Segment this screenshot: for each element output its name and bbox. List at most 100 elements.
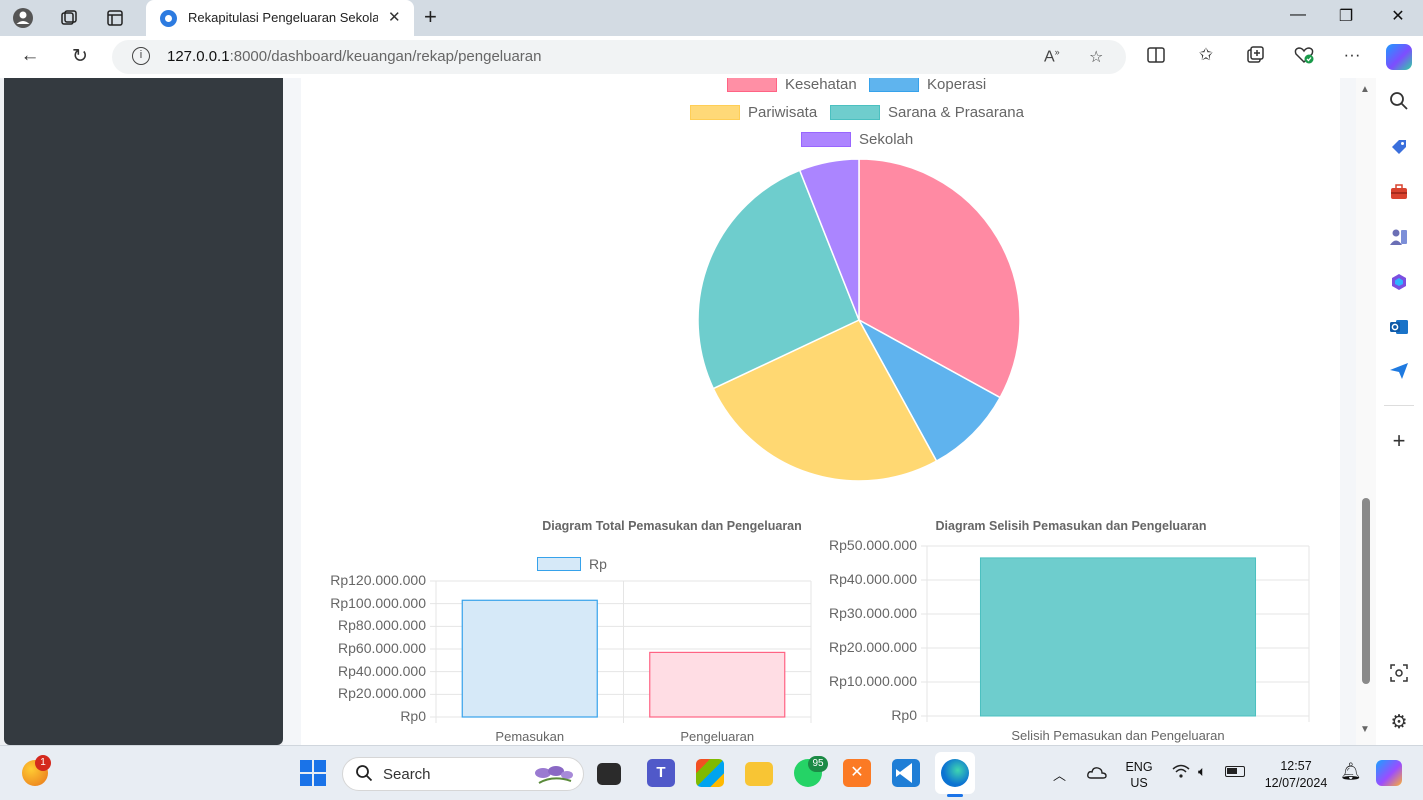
games-icon[interactable] — [1388, 226, 1410, 248]
copilot-pre-icon[interactable] — [1376, 760, 1402, 786]
profile-icon[interactable] — [12, 7, 34, 29]
site-info-icon[interactable]: i — [132, 47, 150, 65]
whatsapp-badge: 95 — [808, 756, 828, 772]
legend-item[interactable]: Koperasi — [869, 78, 986, 93]
language-indicator[interactable]: ENG US — [1122, 759, 1156, 791]
windows-start-icon[interactable] — [300, 760, 326, 786]
legend-swatch — [830, 105, 880, 120]
send-drop-icon[interactable] — [1388, 360, 1410, 382]
refresh-icon[interactable]: ↻ — [68, 45, 92, 68]
active-indicator — [947, 794, 963, 797]
clock[interactable]: 12:57 12/07/2024 — [1258, 758, 1334, 792]
page-viewport: Kesehatan Koperasi Pariwisata Sarana & P… — [0, 78, 1376, 745]
search-icon — [355, 764, 373, 787]
tab-actions-icon[interactable] — [104, 7, 126, 29]
bar-selisih[interactable] — [979, 557, 1257, 717]
legend-item[interactable]: Sekolah — [801, 131, 913, 148]
x-category-label: Selisih Pemasukan dan Pengeluaran — [1011, 728, 1225, 743]
legend-item[interactable]: Kesehatan — [727, 78, 857, 93]
y-tick-label: Rp60.000.000 — [338, 640, 426, 656]
favorite-star-icon[interactable]: ☆ — [1089, 47, 1103, 67]
add-icon[interactable]: + — [1388, 428, 1410, 453]
task-view-icon[interactable] — [597, 763, 621, 785]
x-category-label: Pengeluaran — [680, 729, 755, 744]
copilot-icon[interactable] — [1386, 44, 1412, 70]
browser-essentials-icon[interactable] — [1292, 45, 1316, 70]
taskbar-search[interactable]: Search — [342, 757, 584, 791]
search-icon[interactable] — [1388, 90, 1410, 112]
legend-swatch — [801, 132, 851, 147]
app-sidebar — [4, 78, 283, 745]
legend-swatch — [537, 557, 581, 571]
microsoft-365-icon[interactable] — [1388, 271, 1410, 293]
edge-sidebar: + ⚙ — [1376, 78, 1423, 745]
y-tick-label: Rp0 — [891, 707, 917, 723]
outlook-icon[interactable] — [1388, 316, 1410, 338]
screenshot-icon[interactable] — [1388, 662, 1410, 684]
show-hidden-icons-chevron-icon[interactable]: ︿ — [1053, 765, 1066, 784]
split-screen-icon[interactable] — [1144, 45, 1168, 70]
file-explorer-icon[interactable] — [745, 762, 773, 786]
browser-toolbar: ← ↻ i 127.0.0.1:8000/dashboard/keuangan/… — [0, 36, 1423, 78]
teams-icon[interactable]: T — [647, 759, 675, 787]
close-window-icon[interactable]: ✕ — [1378, 6, 1418, 26]
minimize-icon[interactable]: — — [1278, 6, 1318, 24]
y-tick-label: Rp0 — [400, 708, 426, 724]
chart-card: Kesehatan Koperasi Pariwisata Sarana & P… — [301, 78, 1340, 745]
volume-icon[interactable]: 🔈︎ — [1198, 763, 1206, 780]
bar-chart-title: Diagram Selisih Pemasukan dan Pengeluara… — [935, 519, 1207, 533]
microsoft-store-icon[interactable] — [696, 759, 724, 787]
main-content: Kesehatan Koperasi Pariwisata Sarana & P… — [283, 78, 1356, 745]
legend-swatch — [690, 105, 740, 120]
url-text: 127.0.0.1:8000/dashboard/keuangan/rekap/… — [167, 48, 542, 65]
back-icon[interactable]: ← — [18, 45, 42, 67]
y-tick-label: Rp10.000.000 — [829, 673, 917, 689]
xampp-icon[interactable]: ✕ — [843, 759, 871, 787]
settings-gear-icon[interactable]: ⚙ — [1388, 711, 1410, 733]
scroll-down-icon[interactable]: ▼ — [1360, 724, 1370, 735]
notification-badge: 1 — [35, 755, 51, 771]
workspaces-icon[interactable] — [58, 7, 80, 29]
close-tab-icon[interactable]: ✕ — [388, 8, 401, 26]
search-highlight-lavender-icon — [531, 763, 575, 787]
onedrive-cloud-icon[interactable] — [1087, 766, 1107, 779]
edge-browser-icon[interactable] — [941, 759, 969, 787]
windows-taskbar: 1 Search T 95 ✕ ︿ ENG US 🔈︎ 12:57 12/07/… — [0, 745, 1423, 800]
bar-pengeluaran[interactable] — [649, 651, 786, 718]
wifi-icon[interactable] — [1172, 764, 1190, 781]
y-tick-label: Rp20.000.000 — [338, 685, 426, 702]
legend-swatch — [727, 78, 777, 92]
browser-titlebar: Rekapitulasi Pengeluaran Sekolah ✕ + — ❐… — [0, 0, 1423, 36]
y-tick-label: Rp50.000.000 — [829, 537, 917, 553]
scrollbar-thumb[interactable] — [1362, 498, 1370, 684]
new-tab-icon[interactable]: + — [424, 4, 437, 30]
tools-toolbox-icon[interactable] — [1388, 181, 1410, 203]
more-options-icon[interactable]: ··· — [1340, 45, 1364, 65]
scroll-up-icon[interactable]: ▲ — [1360, 84, 1370, 95]
vscode-icon[interactable] — [892, 759, 920, 787]
page-scrollbar[interactable]: ▲ ▼ — [1356, 78, 1376, 745]
restore-icon[interactable]: ❐ — [1326, 6, 1366, 26]
bar-pemasukan[interactable] — [461, 599, 598, 718]
address-bar[interactable]: i 127.0.0.1:8000/dashboard/keuangan/reka… — [112, 40, 1126, 74]
y-tick-label: Rp40.000.000 — [338, 662, 426, 679]
browser-tab[interactable]: Rekapitulasi Pengeluaran Sekolah ✕ — [146, 0, 414, 36]
x-category-label: Pemasukan — [495, 729, 565, 744]
y-tick-label: Rp30.000.000 — [829, 605, 917, 621]
y-tick-label: Rp40.000.000 — [829, 571, 917, 587]
pie-chart — [697, 158, 1021, 482]
legend-item[interactable]: Pariwisata — [690, 104, 817, 121]
favorites-icon[interactable]: ✩ — [1194, 45, 1218, 65]
y-tick-label: Rp120.000.000 — [330, 572, 426, 588]
y-tick-label: Rp80.000.000 — [338, 617, 426, 634]
tab-title: Rekapitulasi Pengeluaran Sekolah — [188, 10, 378, 25]
shopping-tag-icon[interactable] — [1388, 136, 1410, 158]
search-label: Search — [383, 766, 431, 783]
read-aloud-icon[interactable]: A» — [1044, 47, 1060, 66]
legend-item[interactable]: Sarana & Prasarana — [830, 104, 1024, 121]
notifications-bell-icon[interactable]: 🔔︎ — [1340, 762, 1362, 782]
legend-item[interactable]: Rp — [537, 556, 607, 572]
collections-icon[interactable] — [1243, 45, 1267, 70]
y-tick-label: Rp20.000.000 — [829, 639, 917, 655]
battery-icon[interactable] — [1225, 766, 1245, 777]
